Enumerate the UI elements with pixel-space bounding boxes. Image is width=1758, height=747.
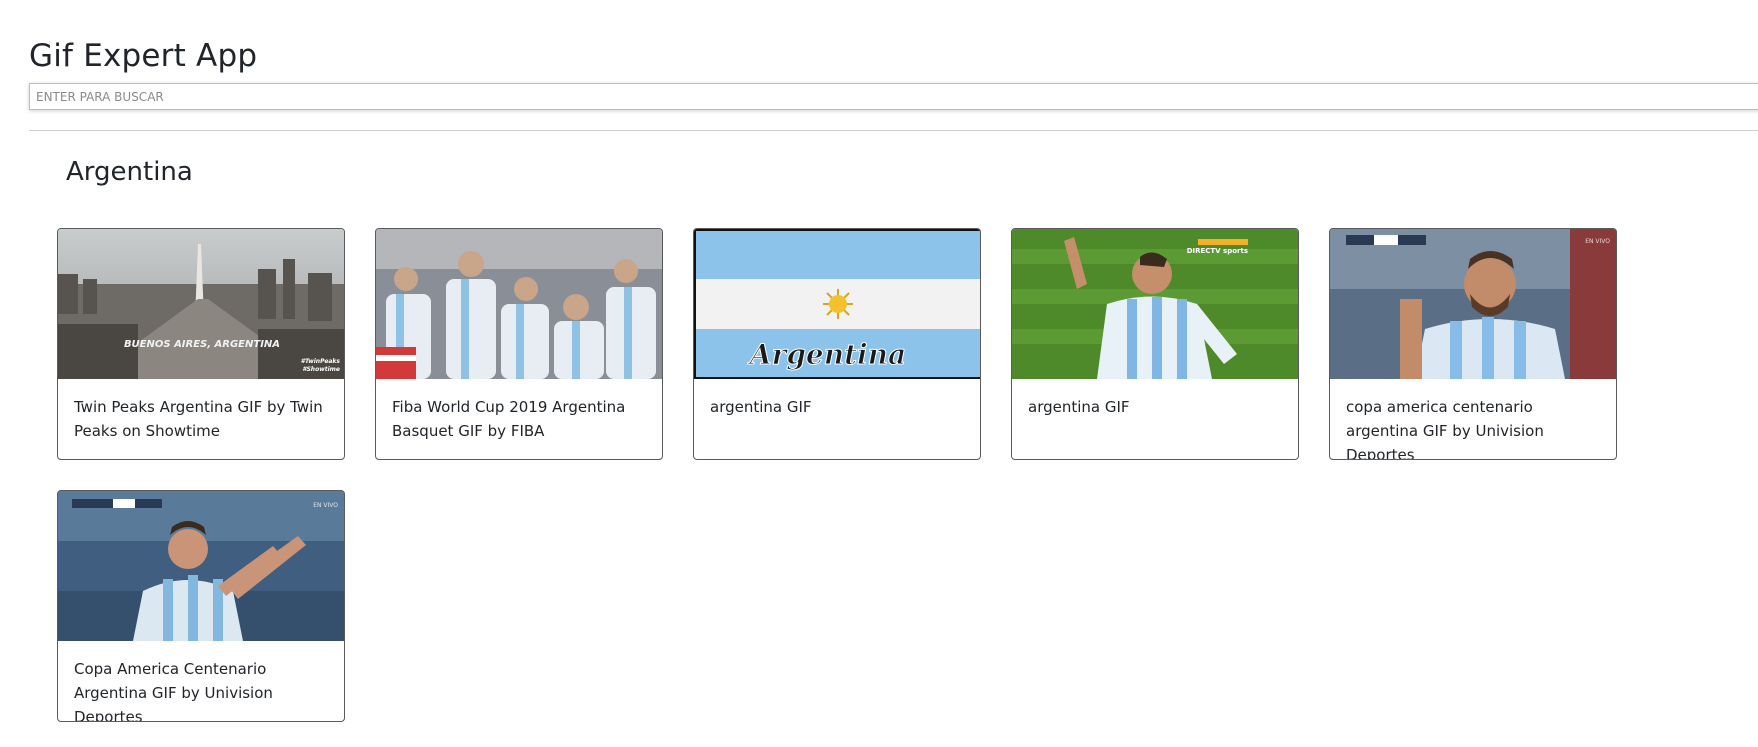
gif-title: Twin Peaks Argentina GIF by Twin Peaks o… xyxy=(74,398,323,440)
gif-image[interactable]: EN VIVO xyxy=(1330,229,1616,379)
category-title: Argentina xyxy=(66,157,193,187)
search-input[interactable] xyxy=(29,83,1758,110)
gif-card[interactable]: Argentina argentina GIF xyxy=(693,228,981,460)
gif-image[interactable]: DIRECTV sports xyxy=(1012,229,1298,379)
gif-image[interactable]: EN VIVO xyxy=(58,491,344,641)
gif-image[interactable]: Argentina xyxy=(694,229,980,379)
gif-card[interactable]: BUENOS AIRES, ARGENTINA #TwinPeaks #Show… xyxy=(57,228,345,460)
gif-title: argentina GIF xyxy=(710,398,812,416)
gif-card[interactable]: Fiba World Cup 2019 Argentina Basquet GI… xyxy=(375,228,663,460)
gif-image[interactable]: BUENOS AIRES, ARGENTINA #TwinPeaks #Show… xyxy=(58,229,344,379)
gif-card[interactable]: DIRECTV sports argentina GIF xyxy=(1011,228,1299,460)
gif-title: copa america centenario argentina GIF by… xyxy=(1346,398,1544,460)
gif-overlay-text: BUENOS AIRES, ARGENTINA xyxy=(124,339,280,350)
gif-title: Fiba World Cup 2019 Argentina Basquet GI… xyxy=(392,398,626,440)
gif-overlay-text: DIRECTV sports xyxy=(1187,247,1248,255)
gif-tag-text: #Showtime xyxy=(302,366,340,373)
gif-card[interactable]: EN VIVO copa america centenario argentin… xyxy=(1329,228,1617,460)
gif-card[interactable]: EN VIVO Copa America Centenario Argentin… xyxy=(57,490,345,722)
gif-image[interactable] xyxy=(376,229,662,379)
gif-tag-text: #TwinPeaks xyxy=(301,358,341,365)
gif-overlay-text: Argentina xyxy=(747,338,906,371)
gif-overlay-text: EN VIVO xyxy=(313,502,338,509)
gif-overlay-text: EN VIVO xyxy=(1585,238,1610,245)
app-title: Gif Expert App xyxy=(29,38,258,74)
gif-title: Copa America Centenario Argentina GIF by… xyxy=(74,660,273,722)
gif-title: argentina GIF xyxy=(1028,398,1130,416)
divider xyxy=(29,130,1758,131)
gif-expert-app: Gif Expert App Argentina xyxy=(0,0,1758,747)
